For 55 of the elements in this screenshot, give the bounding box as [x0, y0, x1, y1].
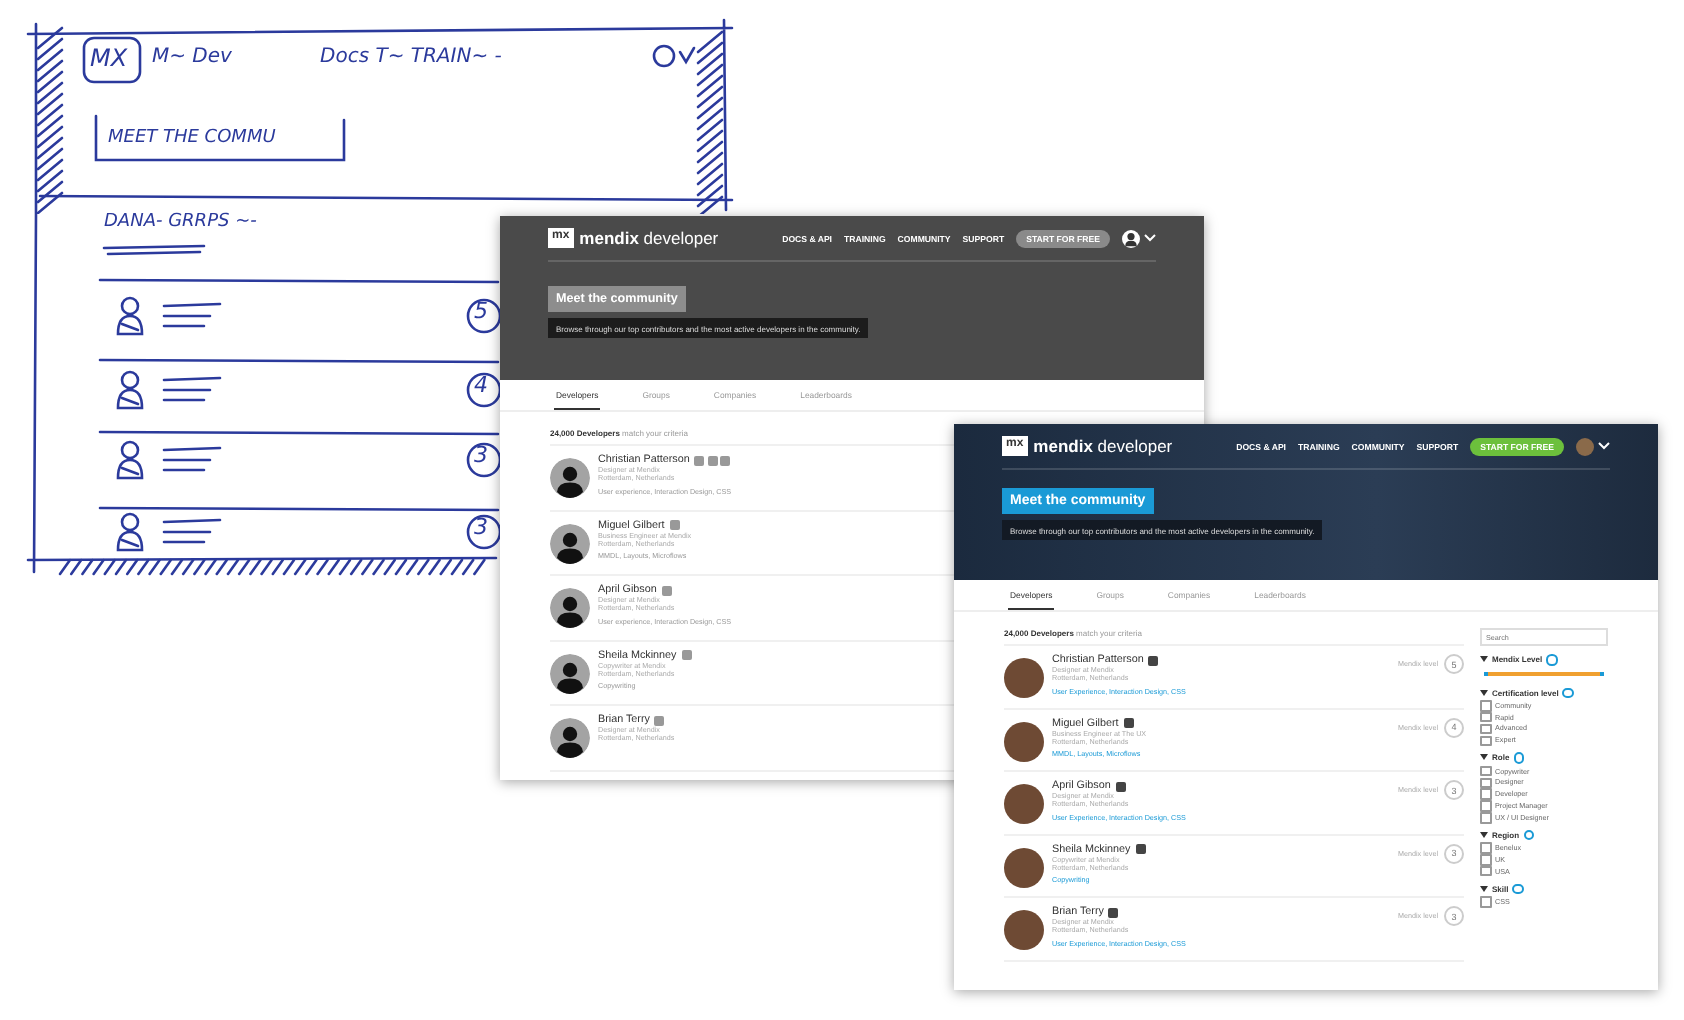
triangle-icon[interactable] [1480, 754, 1488, 761]
avatar-icon [550, 523, 590, 563]
certificate-icon [654, 715, 665, 725]
triangle-icon[interactable] [1480, 885, 1488, 892]
certificate-icon [1108, 907, 1119, 917]
certificate-icon [681, 650, 692, 660]
certificate-icon [1123, 718, 1134, 728]
avatar-icon [550, 653, 590, 693]
triangle-icon[interactable] [1480, 689, 1488, 696]
checkbox[interactable] [1480, 777, 1491, 789]
checkbox[interactable] [1480, 854, 1491, 866]
avatar-icon [550, 458, 590, 498]
checkbox[interactable] [1480, 735, 1491, 747]
logo-text[interactable]: mendix developer [579, 228, 719, 248]
checkbox[interactable] [1480, 788, 1491, 800]
help-icon[interactable] [1513, 752, 1525, 764]
sketch-score: 5 [474, 300, 488, 322]
sketch-title-text: MEET THE COMMU [108, 130, 276, 148]
help-icon[interactable] [1546, 654, 1558, 665]
sketch-logo-text: MX [90, 46, 128, 70]
sketch-nav-text: M~ Dev [152, 48, 232, 68]
avatar-icon [550, 718, 590, 758]
sketch-score: 3 [474, 444, 488, 466]
avatar-photo-placeholder [1004, 847, 1044, 887]
certificate-icon [1115, 781, 1126, 791]
certificate-icon [669, 520, 680, 530]
checkbox[interactable] [1480, 812, 1491, 824]
certificate-icon [661, 585, 672, 595]
checkbox[interactable] [1480, 842, 1491, 854]
triangle-icon[interactable] [1480, 831, 1488, 838]
sketch-nav-text: Docs T~ TRAIN~ - [320, 48, 502, 68]
checkbox[interactable] [1480, 700, 1491, 712]
certificate-icon [1135, 844, 1146, 854]
caret-icon[interactable] [1144, 234, 1156, 242]
user-icon[interactable] [1122, 229, 1140, 247]
certificate-icon [1148, 655, 1159, 665]
checkbox[interactable] [1480, 765, 1491, 777]
triangle-icon[interactable] [1480, 656, 1488, 663]
avatar-photo-placeholder [1004, 784, 1044, 824]
help-icon[interactable] [1523, 829, 1535, 841]
checkbox[interactable] [1480, 723, 1491, 735]
sketch-score: 4 [474, 374, 488, 396]
checkbox[interactable] [1480, 711, 1491, 723]
avatar-photo-placeholder [1004, 910, 1044, 950]
caret-icon[interactable] [1598, 442, 1610, 450]
checkbox[interactable] [1480, 896, 1491, 908]
checkbox[interactable] [1480, 865, 1491, 877]
sketch-score: 3 [474, 516, 488, 538]
avatar-icon [550, 588, 590, 628]
checkbox[interactable] [1480, 800, 1491, 812]
avatar-photo-placeholder [1004, 658, 1044, 698]
sketch-tabs-text: DANA- GRRPS ~- [104, 214, 257, 232]
help-icon[interactable] [1562, 687, 1574, 698]
avatar-photo-placeholder [1004, 721, 1044, 761]
help-icon[interactable] [1512, 883, 1524, 895]
